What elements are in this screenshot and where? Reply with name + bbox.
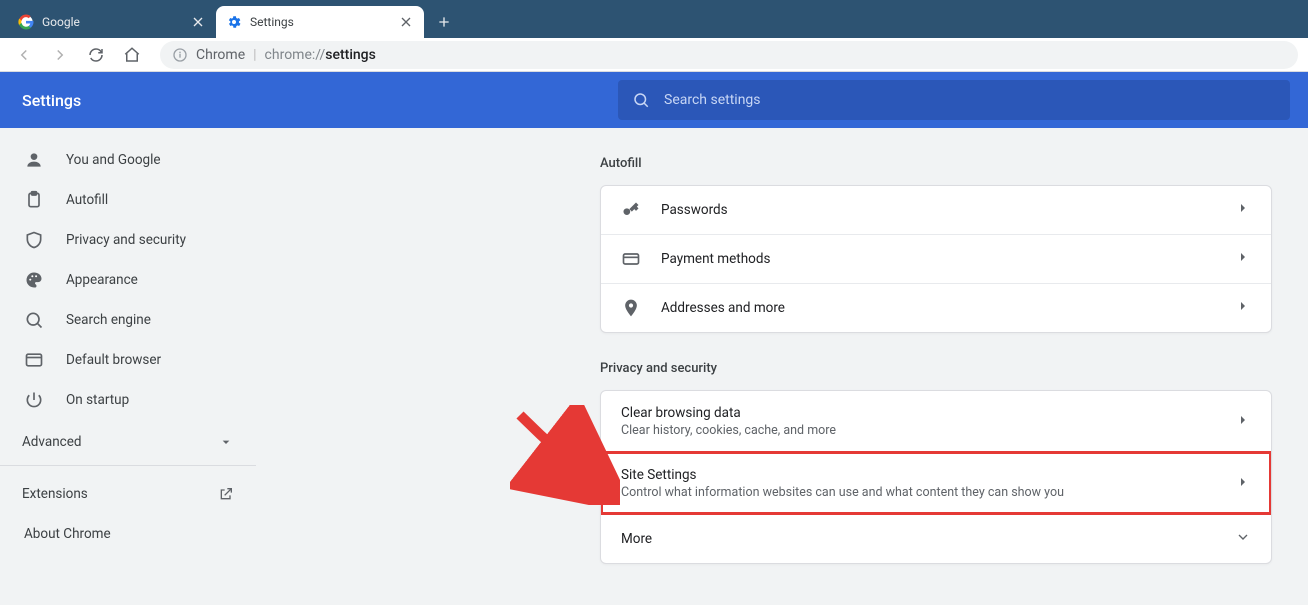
card-icon bbox=[621, 249, 641, 269]
person-icon bbox=[24, 150, 44, 170]
omnibox[interactable]: Chrome | chrome://settings bbox=[160, 41, 1298, 69]
sidebar-item-label: Autofill bbox=[66, 192, 108, 208]
sidebar-item-appearance[interactable]: Appearance bbox=[0, 260, 256, 300]
sidebar-item-default-browser[interactable]: Default browser bbox=[0, 340, 256, 380]
search-icon bbox=[632, 91, 650, 109]
row-title: Clear browsing data bbox=[621, 405, 1215, 421]
browser-toolbar: Chrome | chrome://settings bbox=[0, 38, 1308, 72]
chevron-right-icon bbox=[1235, 249, 1251, 269]
sidebar-about-label: About Chrome bbox=[24, 526, 111, 542]
chevron-down-icon bbox=[1235, 529, 1251, 549]
info-icon bbox=[172, 47, 188, 63]
clipboard-icon bbox=[24, 190, 44, 210]
sidebar-item-label: Appearance bbox=[66, 272, 138, 288]
row-title: Passwords bbox=[661, 202, 1215, 218]
tab-settings-label: Settings bbox=[250, 15, 294, 29]
shield-icon bbox=[24, 230, 44, 250]
google-favicon bbox=[18, 14, 34, 30]
key-icon bbox=[621, 200, 641, 220]
browser-icon bbox=[24, 350, 44, 370]
sidebar-item-privacy[interactable]: Privacy and security bbox=[0, 220, 256, 260]
sidebar-item-label: On startup bbox=[66, 392, 129, 408]
tab-google-label: Google bbox=[42, 15, 80, 29]
tab-settings[interactable]: Settings bbox=[216, 6, 424, 38]
search-input[interactable] bbox=[664, 92, 1276, 108]
tab-google[interactable]: Google bbox=[8, 6, 216, 38]
sidebar-item-label: Default browser bbox=[66, 352, 161, 368]
sidebar-item-search-engine[interactable]: Search engine bbox=[0, 300, 256, 340]
external-link-icon bbox=[218, 486, 234, 502]
sidebar-item-on-startup[interactable]: On startup bbox=[0, 380, 256, 420]
palette-icon bbox=[24, 270, 44, 290]
search-icon bbox=[24, 310, 44, 330]
row-title: More bbox=[621, 531, 1215, 547]
row-title: Site Settings bbox=[621, 467, 1215, 483]
row-more[interactable]: More bbox=[601, 514, 1271, 563]
chevron-right-icon bbox=[1235, 298, 1251, 318]
section-title-autofill: Autofill bbox=[600, 156, 1272, 171]
row-clear-browsing-data[interactable]: Clear browsing data Clear history, cooki… bbox=[601, 391, 1271, 452]
row-site-settings[interactable]: Site Settings Control what information w… bbox=[601, 452, 1271, 514]
location-icon bbox=[621, 298, 641, 318]
row-subtitle: Control what information websites can us… bbox=[621, 485, 1215, 500]
sidebar: You and Google Autofill Privacy and secu… bbox=[0, 128, 256, 605]
omnibox-url: chrome://settings bbox=[265, 47, 376, 63]
close-icon[interactable] bbox=[398, 14, 414, 30]
sidebar-advanced[interactable]: Advanced bbox=[0, 426, 256, 466]
chevron-right-icon bbox=[1235, 412, 1251, 432]
row-addresses[interactable]: Addresses and more bbox=[601, 283, 1271, 332]
close-icon[interactable] bbox=[190, 14, 206, 30]
sidebar-item-autofill[interactable]: Autofill bbox=[0, 180, 256, 220]
sidebar-item-label: Privacy and security bbox=[66, 232, 186, 248]
autofill-card: Passwords Payment methods Addresses and … bbox=[600, 185, 1272, 333]
gear-icon bbox=[226, 14, 242, 30]
sidebar-item-you-and-google[interactable]: You and Google bbox=[0, 140, 256, 180]
chevron-right-icon bbox=[1235, 200, 1251, 220]
home-button[interactable] bbox=[118, 41, 146, 69]
sidebar-advanced-label: Advanced bbox=[22, 434, 82, 450]
row-subtitle: Clear history, cookies, cache, and more bbox=[621, 423, 1215, 438]
omnibox-context: Chrome bbox=[196, 47, 245, 63]
sidebar-extensions-label: Extensions bbox=[22, 486, 88, 502]
new-tab-button[interactable] bbox=[430, 8, 458, 36]
chevron-down-icon bbox=[218, 434, 234, 450]
row-payment-methods[interactable]: Payment methods bbox=[601, 234, 1271, 283]
settings-header: Settings bbox=[0, 72, 1308, 128]
row-title: Addresses and more bbox=[661, 300, 1215, 316]
section-title-privacy: Privacy and security bbox=[600, 361, 1272, 376]
forward-button[interactable] bbox=[46, 41, 74, 69]
chevron-right-icon bbox=[1235, 474, 1251, 494]
sidebar-extensions[interactable]: Extensions bbox=[0, 474, 256, 514]
search-container bbox=[618, 80, 1290, 120]
sidebar-item-label: You and Google bbox=[66, 152, 161, 168]
tab-strip: Google Settings bbox=[0, 0, 1308, 38]
page-title: Settings bbox=[22, 91, 81, 110]
back-button[interactable] bbox=[10, 41, 38, 69]
content: Autofill Passwords Payment methods bbox=[256, 128, 1308, 605]
reload-button[interactable] bbox=[82, 41, 110, 69]
row-title: Payment methods bbox=[661, 251, 1215, 267]
sidebar-about[interactable]: About Chrome bbox=[0, 514, 256, 554]
sidebar-item-label: Search engine bbox=[66, 312, 151, 328]
privacy-card: Clear browsing data Clear history, cooki… bbox=[600, 390, 1272, 564]
row-passwords[interactable]: Passwords bbox=[601, 186, 1271, 234]
power-icon bbox=[24, 390, 44, 410]
